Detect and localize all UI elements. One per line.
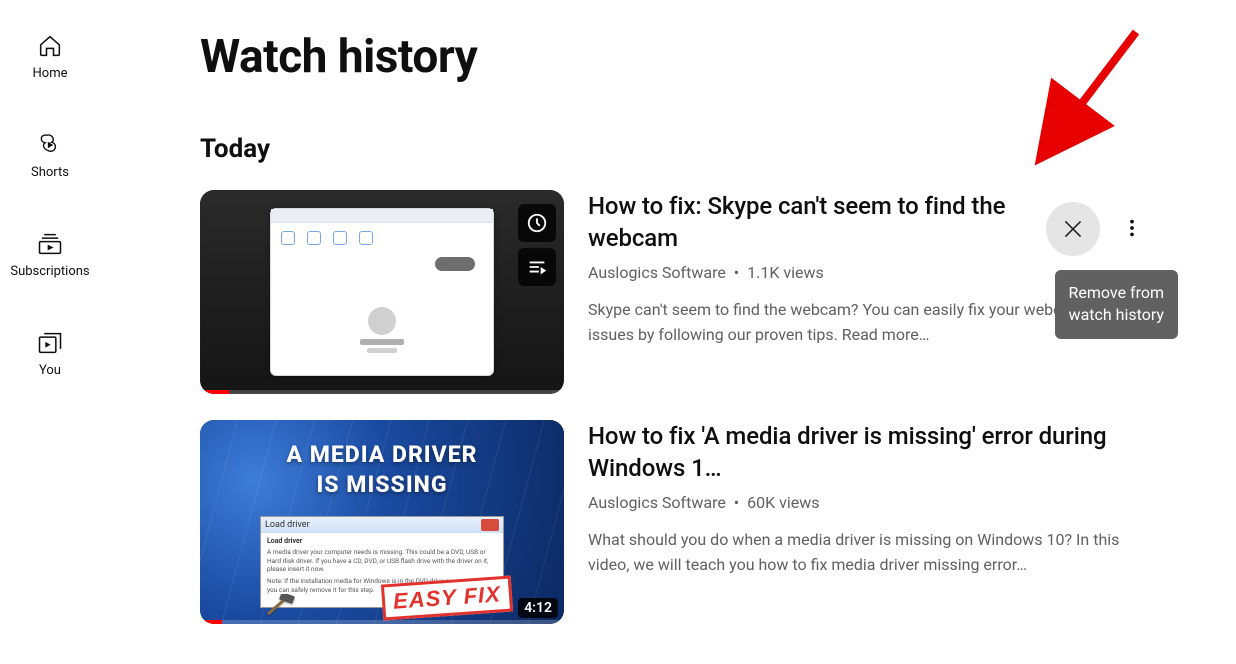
sidebar: Home Shorts Subscriptions You <box>0 0 100 664</box>
home-icon <box>36 32 64 60</box>
main-content: Watch history Today How to fix: Skype ca… <box>100 0 1236 664</box>
view-count: 60K views <box>747 493 819 512</box>
sidebar-item-label: Subscriptions <box>10 264 89 279</box>
history-item: A MEDIA DRIVERIS MISSING Load driver Loa… <box>200 420 1156 624</box>
sidebar-item-label: You <box>39 363 61 378</box>
subscriptions-icon <box>36 230 64 258</box>
video-thumbnail[interactable] <box>200 190 564 394</box>
library-icon <box>36 329 64 357</box>
video-thumbnail[interactable]: A MEDIA DRIVERIS MISSING Load driver Loa… <box>200 420 564 624</box>
more-vertical-icon <box>1121 217 1143 239</box>
sidebar-item-shorts[interactable]: Shorts <box>0 117 100 194</box>
add-to-queue-icon[interactable] <box>518 248 556 286</box>
channel-name[interactable]: Auslogics Software <box>588 493 726 512</box>
sidebar-item-subscriptions[interactable]: Subscriptions <box>0 216 100 293</box>
video-byline: Auslogics Software • 60K views <box>588 493 1156 512</box>
tooltip: Remove fromwatch history <box>1055 270 1178 339</box>
sidebar-item-label: Home <box>33 66 68 81</box>
more-options-button[interactable] <box>1112 208 1152 248</box>
video-title[interactable]: How to fix 'A media driver is missing' e… <box>588 420 1156 485</box>
shorts-icon <box>36 131 64 159</box>
thumb-text: A MEDIA DRIVERIS MISSING <box>200 440 564 500</box>
progress-bar <box>200 620 564 624</box>
video-description: What should you do when a media driver i… <box>588 528 1156 578</box>
section-heading: Today <box>200 134 1156 164</box>
close-icon <box>1060 216 1086 242</box>
sidebar-item-you[interactable]: You <box>0 315 100 392</box>
remove-from-history-button[interactable] <box>1046 202 1100 256</box>
sidebar-item-label: Shorts <box>31 165 69 180</box>
sidebar-item-home[interactable]: Home <box>0 18 100 95</box>
page-title: Watch history <box>200 30 1156 84</box>
channel-name[interactable]: Auslogics Software <box>588 263 726 282</box>
view-count: 1.1K views <box>747 263 824 282</box>
progress-bar <box>200 390 564 394</box>
history-item: How to fix: Skype can't seem to find the… <box>200 190 1156 394</box>
watch-later-icon[interactable] <box>518 204 556 242</box>
video-duration: 4:12 <box>518 598 558 618</box>
